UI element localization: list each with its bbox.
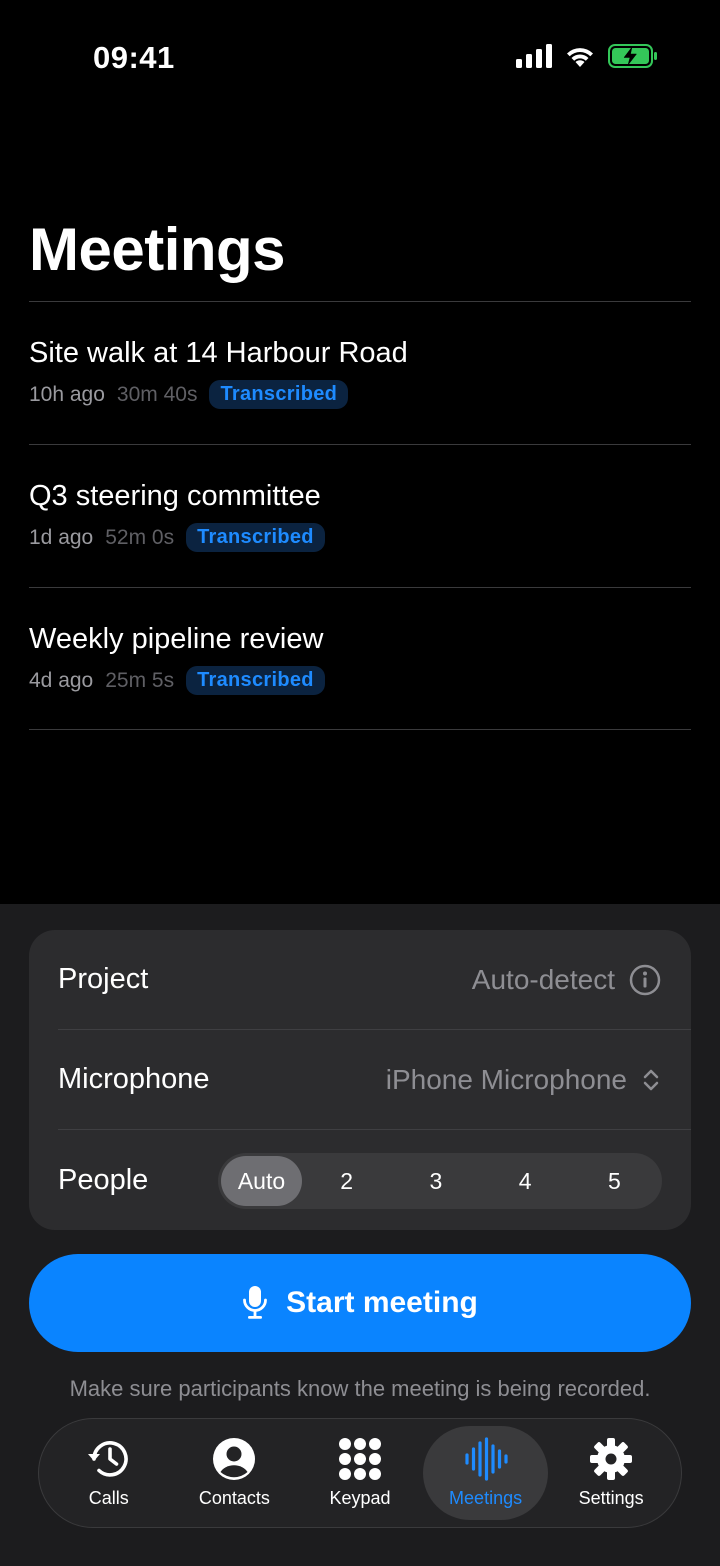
waveform-icon — [464, 1436, 508, 1481]
people-option-5[interactable]: 5 — [570, 1156, 659, 1206]
people-option-2[interactable]: 2 — [302, 1156, 391, 1206]
people-label: People — [58, 1163, 149, 1196]
people-option-auto[interactable]: Auto — [221, 1156, 302, 1206]
start-meeting-button[interactable]: Start meeting — [29, 1254, 691, 1352]
wifi-icon — [567, 48, 593, 67]
meeting-title: Site walk at 14 Harbour Road — [29, 337, 408, 369]
meeting-meta: 10h ago 30m 40s Transcribed — [29, 380, 349, 409]
status-badge: Transcribed — [186, 523, 325, 552]
meeting-list-item[interactable]: Site walk at 14 Harbour Road 10h ago 30m… — [29, 301, 691, 444]
status-icons — [516, 44, 658, 68]
cellular-signal-icon — [516, 44, 552, 68]
person-circle-icon — [213, 1437, 256, 1480]
gear-icon — [590, 1437, 633, 1480]
tab-label: Meetings — [449, 1487, 523, 1508]
info-icon[interactable] — [629, 964, 661, 996]
page-title: Meetings — [29, 216, 286, 283]
keypad-icon — [338, 1437, 381, 1480]
project-label: Project — [58, 963, 149, 995]
people-segmented-control: Auto 2 3 4 5 — [218, 1153, 662, 1209]
meeting-title: Q3 steering committee — [29, 480, 321, 512]
status-badge: Transcribed — [209, 380, 349, 409]
tab-label: Settings — [578, 1487, 644, 1508]
microphone-label: Microphone — [58, 1063, 210, 1095]
new-meeting-panel: Project Auto-detect Microphone iPhone Mi… — [0, 904, 720, 1566]
people-option-3[interactable]: 3 — [391, 1156, 480, 1206]
meeting-list-item[interactable]: Q3 steering committee 1d ago 52m 0s Tran… — [29, 444, 691, 587]
meeting-title: Weekly pipeline review — [29, 623, 324, 655]
tab-keypad[interactable]: Keypad — [297, 1426, 423, 1520]
tab-settings[interactable]: Settings — [548, 1426, 674, 1520]
status-time: 09:41 — [93, 40, 175, 75]
recording-notice: Make sure participants know the meeting … — [69, 1376, 651, 1401]
people-row: People Auto 2 3 4 5 — [58, 1130, 691, 1230]
meeting-meta: 4d ago 25m 5s Transcribed — [29, 666, 325, 695]
meeting-list: Site walk at 14 Harbour Road 10h ago 30m… — [29, 301, 691, 730]
project-value-group: Auto-detect — [472, 964, 661, 996]
tab-label: Calls — [88, 1487, 129, 1508]
status-badge: Transcribed — [186, 666, 325, 695]
meeting-age: 10h ago — [29, 382, 105, 406]
tab-bar: Calls Contacts Keypad Meetings Settings — [38, 1418, 682, 1528]
project-value: Auto-detect — [471, 963, 615, 995]
tab-calls[interactable]: Calls — [46, 1426, 172, 1520]
tab-label: Keypad — [329, 1487, 391, 1508]
meeting-duration: 52m 0s — [105, 525, 175, 549]
project-row[interactable]: Project Auto-detect — [58, 930, 691, 1030]
tab-contacts[interactable]: Contacts — [172, 1426, 298, 1520]
meeting-age: 1d ago — [29, 525, 94, 549]
tab-label: Contacts — [198, 1487, 270, 1508]
meeting-duration: 25m 5s — [105, 668, 175, 692]
clock-history-icon — [87, 1440, 128, 1477]
people-option-4[interactable]: 4 — [481, 1156, 570, 1206]
microphone-icon — [243, 1286, 268, 1319]
meeting-age: 4d ago — [29, 668, 94, 692]
microphone-value-group: iPhone Microphone — [386, 1064, 661, 1096]
meeting-meta: 1d ago 52m 0s Transcribed — [29, 523, 325, 552]
status-bar: 09:41 — [0, 0, 720, 110]
start-meeting-label: Start meeting — [286, 1286, 478, 1319]
microphone-value: iPhone Microphone — [385, 1063, 627, 1095]
microphone-row[interactable]: Microphone iPhone Microphone — [58, 1030, 691, 1130]
meeting-duration: 30m 40s — [116, 382, 198, 406]
chevron-up-down-icon — [643, 1069, 659, 1090]
meeting-list-item[interactable]: Weekly pipeline review 4d ago 25m 5s Tra… — [29, 587, 691, 730]
battery-charging-icon — [608, 44, 657, 68]
tab-meetings[interactable]: Meetings — [422, 1426, 549, 1520]
meeting-settings-card: Project Auto-detect Microphone iPhone Mi… — [29, 930, 691, 1230]
